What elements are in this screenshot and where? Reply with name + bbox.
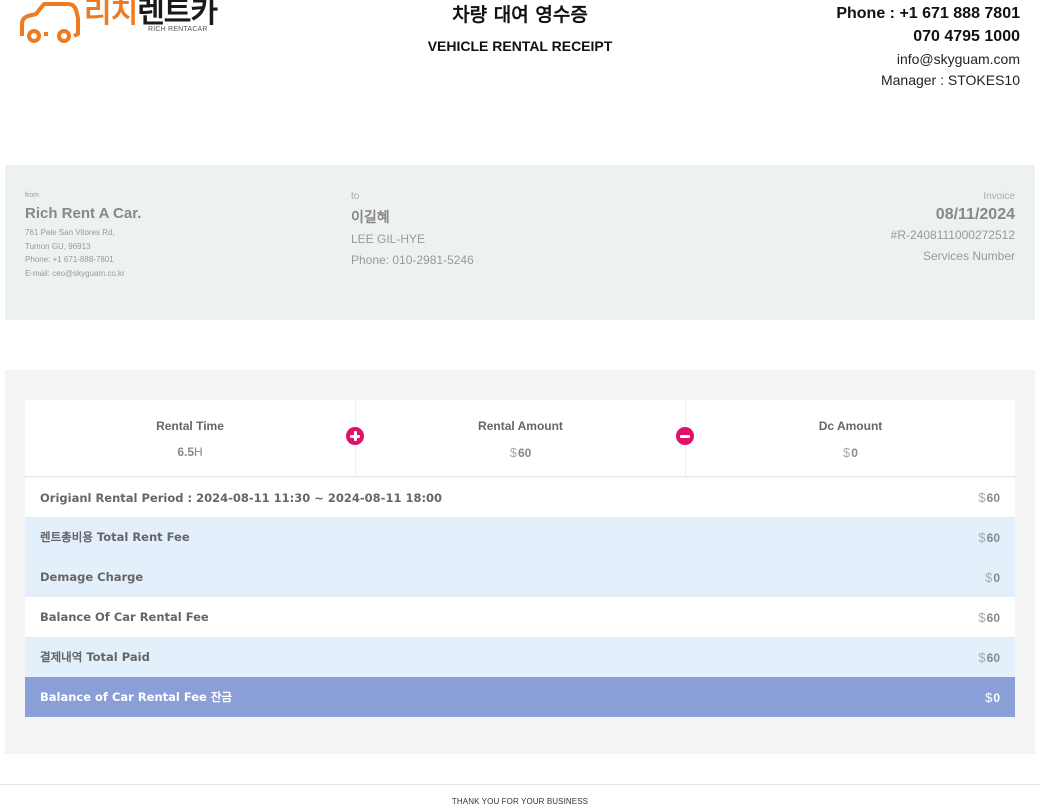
stat-dc-amount: Dc Amount $0	[685, 400, 1015, 477]
currency-symbol: $	[843, 445, 851, 460]
plus-circle-icon	[346, 427, 364, 445]
currency-symbol: $	[978, 609, 986, 625]
invoice-date: 08/11/2024	[935, 206, 1015, 223]
currency-symbol: $	[978, 490, 986, 505]
page-title-ko: 차량 대여 영수증	[452, 4, 588, 26]
stat-value: 6.5H	[25, 445, 355, 459]
stat-rental-amount: Rental Amount $60	[355, 400, 685, 477]
brand-name-en: RICH RENTACAR	[148, 26, 208, 33]
summary-panel: Rental Time 6.5H Rental Amount $60 Dc Am…	[5, 370, 1035, 754]
fee-row-amount: 60	[986, 610, 1000, 625]
fee-row-label: Balance Of Car Rental Fee	[40, 610, 209, 624]
to-name-en: LEE GIL-HYE	[351, 232, 426, 246]
fee-row-total-paid: 결제내역 Total Paid $60	[25, 637, 1015, 677]
receipt-header: 리치렌트카 RICH RENTACAR 차량 대여 영수증 VEHICLE RE…	[0, 0, 1040, 100]
fee-row-damage-charge: Demage Charge $0	[25, 557, 1015, 597]
fee-row-rental-period: Origianl Rental Period : 2024-08-11 11:3…	[25, 478, 1015, 517]
from-block: from Rich Rent A Car. 761 Pale San Vitor…	[25, 192, 141, 280]
to-name-ko: 이길혜	[351, 210, 390, 226]
fee-row-value: $0	[985, 690, 1000, 705]
fee-row-value: $60	[978, 650, 1000, 665]
from-address-line-1: 761 Pale San Vitores Rd,	[25, 228, 115, 237]
currency-symbol: $	[985, 689, 993, 705]
fee-row-amount: 60	[986, 530, 1000, 545]
stat-label: Rental Time	[156, 419, 224, 433]
fee-row-value: $60	[978, 490, 1000, 505]
to-block: to 이길혜 LEE GIL-HYE Phone: 010-2981-5246	[351, 191, 474, 271]
fee-row-balance-rental-fee: Balance Of Car Rental Fee $60	[25, 597, 1015, 637]
stat-label: Dc Amount	[818, 419, 883, 433]
title-block: 차량 대여 영수증 VEHICLE RENTAL RECEIPT	[370, 2, 670, 54]
services-number-label: Services Number	[922, 249, 1015, 263]
fee-row-amount: 0	[993, 570, 1000, 585]
invoice-block: Invoice 08/11/2024 #R-2408111000272512 S…	[891, 191, 1015, 267]
rental-time-unit: H	[194, 445, 203, 459]
contact-phone-secondary: 070 4795 1000	[913, 28, 1020, 45]
fee-row-value: $60	[978, 610, 1000, 625]
contact-manager: Manager : STOKES10	[880, 72, 1020, 88]
fee-rows: Origianl Rental Period : 2024-08-11 11:3…	[25, 478, 1015, 717]
page-title-en: VEHICLE RENTAL RECEIPT	[427, 38, 613, 54]
fee-row-label: Balance of Car Rental Fee 잔금	[40, 690, 233, 704]
footer-thanks: THANK YOU FOR YOUR BUSINESS	[451, 797, 589, 806]
fee-row-amount: 60	[986, 491, 1000, 505]
car-logo-icon	[20, 2, 80, 43]
stat-value: $0	[686, 445, 1015, 460]
from-address-line-2: Tumon GU, 96913	[25, 241, 91, 251]
to-label: to	[351, 191, 360, 202]
fee-row-label: 렌트총비용 Total Rent Fee	[40, 530, 190, 544]
fee-row-label: Origianl Rental Period : 2024-08-11 11:3…	[40, 490, 443, 505]
fee-row-value: $0	[985, 570, 1000, 585]
currency-symbol: $	[509, 445, 517, 460]
contact-block: Phone : +1 671 888 7801 070 4795 1000 in…	[836, 3, 1020, 91]
invoice-number: #R-2408111000272512	[890, 228, 1015, 242]
currency-symbol: $	[978, 529, 986, 545]
fee-row-label: 결제내역 Total Paid	[40, 650, 150, 664]
footer-divider	[0, 784, 1040, 785]
fee-row-amount: 0	[993, 690, 1000, 705]
parties-panel: from Rich Rent A Car. 761 Pale San Vitor…	[5, 165, 1035, 320]
stat-label: Rental Amount	[478, 419, 563, 433]
to-phone: Phone: 010-2981-5246	[351, 253, 474, 267]
fee-row-total-rent-fee: 렌트총비용 Total Rent Fee $60	[25, 517, 1015, 557]
currency-symbol: $	[985, 569, 993, 585]
minus-circle-icon	[676, 427, 694, 445]
fee-row-value: $60	[978, 530, 1000, 545]
stat-rental-time: Rental Time 6.5H	[25, 400, 355, 477]
stats-bar: Rental Time 6.5H Rental Amount $60 Dc Am…	[25, 400, 1015, 477]
rental-time-value: 6.5	[177, 445, 194, 459]
contact-phone: Phone : +1 671 888 7801	[836, 5, 1020, 22]
currency-symbol: $	[978, 649, 986, 665]
rental-amount-value: 60	[517, 446, 532, 460]
fee-row-balance-due: Balance of Car Rental Fee 잔금 $0	[25, 677, 1015, 717]
fee-row-label: Demage Charge	[40, 570, 144, 584]
contact-email[interactable]: info@skyguam.com	[836, 49, 1020, 70]
from-email: E-mail: ceo@skyguam.co.kr	[25, 268, 125, 278]
from-phone: Phone: +1 671-888-7801	[25, 255, 114, 264]
from-name: Rich Rent A Car.	[25, 205, 142, 222]
brand-name-ko-orange: 리치	[84, 0, 138, 30]
dc-amount-value: 0	[851, 446, 858, 460]
brand-logo: 리치렌트카 RICH RENTACAR	[18, 0, 228, 44]
invoice-label: Invoice	[983, 191, 1015, 202]
from-label: from	[25, 192, 39, 199]
stat-value: $60	[356, 445, 685, 460]
fee-row-amount: 60	[986, 650, 1000, 665]
